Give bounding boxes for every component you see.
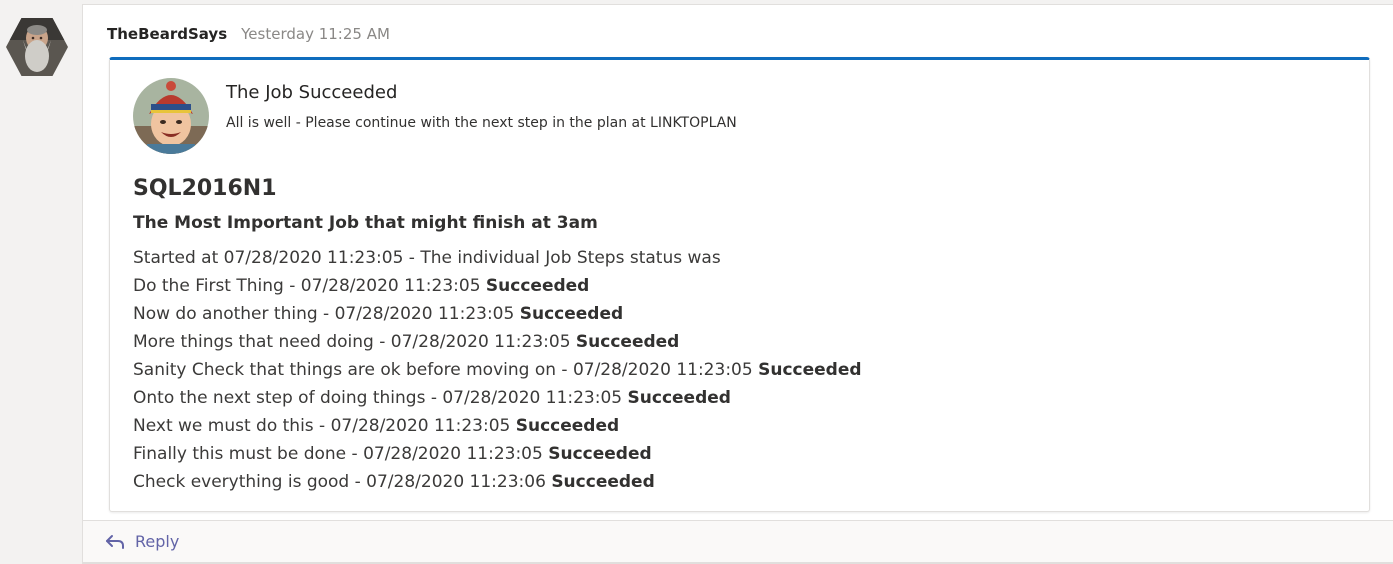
adaptive-card: The Job Succeeded All is well - Please c…	[109, 57, 1370, 512]
job-step-status: Succeeded	[758, 360, 862, 380]
reply-button[interactable]: Reply	[82, 520, 1393, 564]
job-step-line: Sanity Check that things are ok before m…	[133, 356, 862, 384]
server-name: SQL2016N1	[133, 176, 277, 201]
job-step-text: Do the First Thing - 07/28/2020 11:23:05	[133, 276, 486, 296]
job-step-text: Next we must do this - 07/28/2020 11:23:…	[133, 416, 516, 436]
bearded-man-avatar-image	[6, 18, 68, 76]
job-step-status: Succeeded	[515, 416, 620, 436]
job-step-status: Succeeded	[519, 304, 624, 324]
job-step-list: Started at 07/28/2020 11:23:05 - The ind…	[133, 244, 862, 496]
job-step-line: Next we must do this - 07/28/2020 11:23:…	[133, 412, 862, 440]
started-line: Started at 07/28/2020 11:23:05 - The ind…	[133, 248, 721, 268]
job-step-text: Onto the next step of doing things - 07/…	[133, 388, 628, 408]
smiling-child-photo	[133, 78, 209, 154]
reply-label: Reply	[135, 532, 180, 551]
message-pane: TheBeardSays Yesterday 11:25 AM The Job …	[82, 4, 1393, 521]
job-step-text: More things that need doing - 07/28/2020…	[133, 332, 576, 352]
card-subtitle: All is well - Please continue with the n…	[226, 115, 737, 131]
job-step-text: Sanity Check that things are ok before m…	[133, 360, 759, 380]
job-step-line: Onto the next step of doing things - 07/…	[133, 384, 862, 412]
reply-arrow-icon	[105, 533, 127, 551]
message-timestamp: Yesterday 11:25 AM	[241, 25, 390, 43]
card-thumbnail	[133, 78, 209, 154]
message-header: TheBeardSays Yesterday 11:25 AM	[107, 25, 390, 45]
card-title: The Job Succeeded	[226, 82, 398, 103]
job-name: The Most Important Job that might finish…	[133, 213, 598, 233]
job-step-text: Finally this must be done - 07/28/2020 1…	[133, 444, 549, 464]
job-step-text: Now do another thing - 07/28/2020 11:23:…	[133, 304, 520, 324]
job-step-line: Now do another thing - 07/28/2020 11:23:…	[133, 300, 862, 328]
job-step-status: Succeeded	[627, 388, 731, 408]
job-step-status: Succeeded	[548, 444, 652, 464]
job-step-status: Succeeded	[485, 276, 590, 296]
job-step-line: Do the First Thing - 07/28/2020 11:23:05…	[133, 272, 862, 300]
sender-name[interactable]: TheBeardSays	[107, 25, 227, 43]
job-step-line: Finally this must be done - 07/28/2020 1…	[133, 440, 862, 468]
job-step-status: Succeeded	[575, 332, 680, 352]
job-step-text: Check everything is good - 07/28/2020 11…	[133, 472, 552, 492]
job-step-line: Check everything is good - 07/28/2020 11…	[133, 468, 862, 496]
job-step-status: Succeeded	[551, 472, 655, 492]
job-step-line: More things that need doing - 07/28/2020…	[133, 328, 862, 356]
sender-avatar[interactable]	[6, 18, 68, 76]
